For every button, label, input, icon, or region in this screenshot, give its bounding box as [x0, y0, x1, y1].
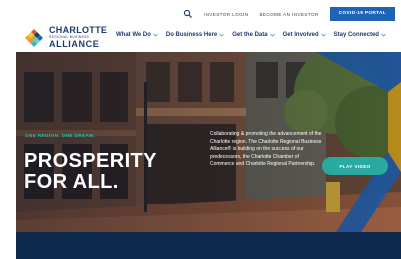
nav-item-label: Do Business Here	[165, 32, 218, 38]
nav-item-get-involved[interactable]: Get Involved	[283, 32, 326, 38]
headline-line-2: FOR ALL.	[24, 171, 119, 193]
page: INVESTOR LOGIN BECOME AN INVESTOR COVID-…	[0, 0, 401, 259]
nav-item-label: Get the Data	[232, 32, 268, 38]
nav-item-get-the-data[interactable]: Get the Data	[232, 32, 275, 38]
nav-item-label: Stay Connected	[333, 32, 379, 38]
chevron-down-icon	[153, 33, 158, 37]
headline-line-1: PROSPERITY	[24, 150, 157, 172]
main-nav: What We Do Do Business Here Get the Data…	[116, 32, 386, 38]
hero-overlay	[16, 52, 401, 232]
logo-line-3: ALLIANCE	[49, 39, 100, 50]
hero-eyebrow: ONE REGION. ONE DREAM.	[25, 133, 96, 138]
hero-description: Collaborating & promoting the advancemen…	[210, 131, 322, 167]
nav-item-label: What We Do	[116, 32, 151, 38]
footer-band	[16, 232, 401, 259]
covid-portal-button[interactable]: COVID-19 PORTAL	[329, 7, 395, 21]
logo-line-1: CHARLOTTE	[49, 25, 108, 35]
become-investor-link[interactable]: BECOME AN INVESTOR	[259, 12, 318, 17]
chevron-down-icon	[381, 33, 386, 37]
hero-headline: PROSPERITY FOR ALL.	[24, 151, 157, 193]
nav-item-label: Get Involved	[282, 32, 319, 38]
utility-bar: INVESTOR LOGIN BECOME AN INVESTOR COVID-…	[183, 6, 395, 22]
nav-item-do-business-here[interactable]: Do Business Here	[165, 32, 225, 38]
chevron-down-icon	[219, 33, 225, 37]
nav-item-what-we-do[interactable]: What We Do	[116, 32, 158, 38]
hero-section: ONE REGION. ONE DREAM. PROSPERITY FOR AL…	[16, 52, 401, 232]
investor-login-link[interactable]: INVESTOR LOGIN	[204, 12, 249, 17]
chevron-down-icon	[320, 33, 326, 37]
logo-mark-icon	[25, 28, 43, 47]
search-icon[interactable]	[183, 9, 193, 19]
site-logo[interactable]: CHARLOTTE REGIONAL BUSINESS ALLIANCE	[24, 26, 107, 49]
play-video-button[interactable]: PLAY VIDEO	[322, 157, 388, 175]
logo-wordmark: CHARLOTTE REGIONAL BUSINESS ALLIANCE	[49, 26, 107, 49]
nav-item-stay-connected[interactable]: Stay Connected	[334, 32, 386, 38]
chevron-down-icon	[269, 33, 275, 37]
